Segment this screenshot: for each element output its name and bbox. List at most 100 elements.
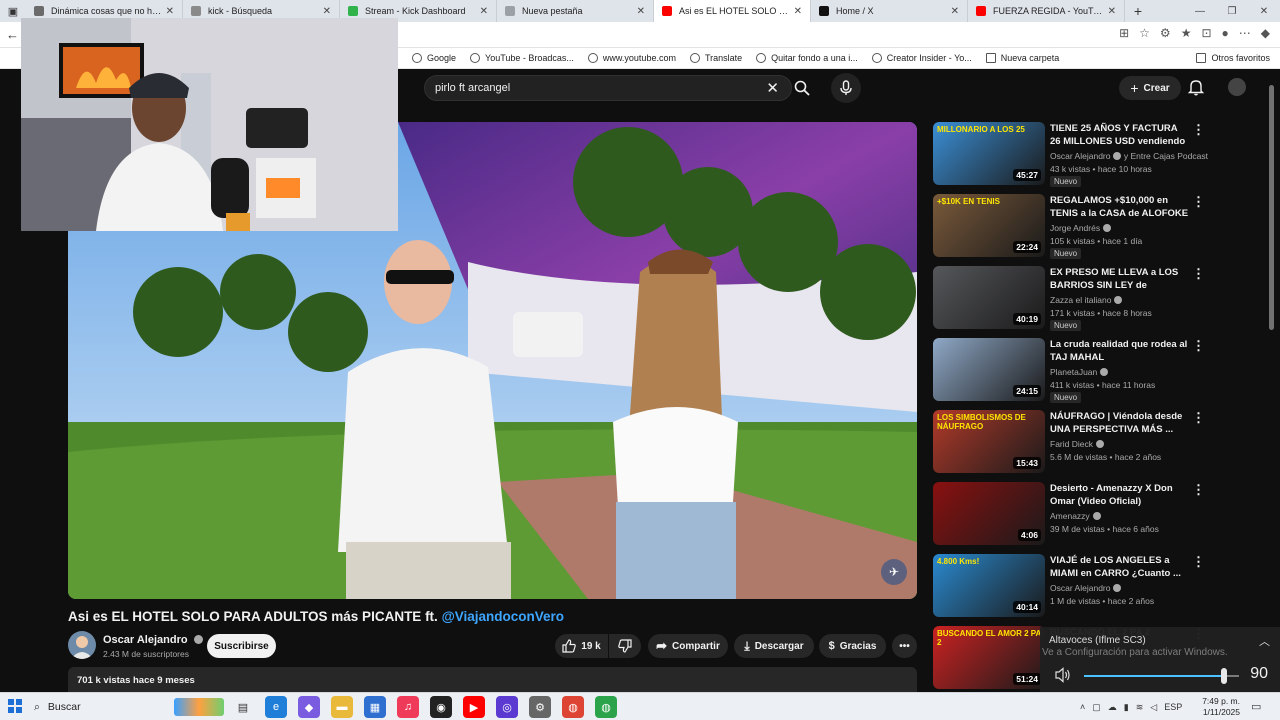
- volume-tray-icon[interactable]: ◁: [1150, 702, 1157, 713]
- copilot-app-icon[interactable]: ◆: [298, 696, 320, 718]
- video-thumbnail[interactable]: BUSCANDO EL AMOR 2 PA 2 51:24: [933, 626, 1045, 689]
- subscribe-button[interactable]: Suscribirse: [207, 634, 276, 658]
- copilot-icon[interactable]: ◆: [1261, 26, 1270, 40]
- download-button[interactable]: ⤓ Descargar: [734, 634, 814, 658]
- store-icon[interactable]: ▦: [364, 696, 386, 718]
- recommended-title[interactable]: REGALAMOS +$10,000 en TENIS a la CASA de…: [1050, 194, 1190, 220]
- browser-tab[interactable]: Home / X ✕: [811, 0, 968, 22]
- tray-mic-icon[interactable]: ▮: [1124, 702, 1129, 713]
- more-vertical-icon[interactable]: ⋮: [1192, 194, 1205, 210]
- video-thumbnail[interactable]: LOS SIMBOLISMOS DE NÁUFRAGO 15:43: [933, 410, 1045, 473]
- bookmark-item[interactable]: Creator Insider - Yo...: [871, 53, 972, 63]
- recommended-title[interactable]: NÁUFRAGO | Viéndola desde UNA PERSPECTIV…: [1050, 410, 1190, 436]
- more-actions-button[interactable]: •••: [892, 634, 917, 658]
- bookmark-item[interactable]: www.youtube.com: [587, 53, 676, 63]
- description-box[interactable]: 701 k vistas hace 9 meses: [68, 667, 917, 692]
- recommended-video[interactable]: 4:06 Desierto - Amenazzy X Don Omar (Vide…: [933, 482, 1208, 546]
- more-vertical-icon[interactable]: ⋮: [1192, 554, 1205, 570]
- favorites-icon[interactable]: ★: [1181, 26, 1192, 40]
- clear-search-icon[interactable]: ✕: [766, 79, 779, 97]
- more-vertical-icon[interactable]: ⋮: [1192, 266, 1205, 282]
- search-button[interactable]: [785, 75, 819, 101]
- recommended-channel[interactable]: Oscar Alejandro y Entre Cajas Podcast: [1050, 151, 1208, 161]
- recommended-title[interactable]: EX PRESO ME LLEVA a LOS BARRIOS SIN LEY …: [1050, 266, 1190, 293]
- tab-close-icon[interactable]: ✕: [1108, 6, 1116, 17]
- account-avatar[interactable]: [1228, 78, 1246, 96]
- recommended-channel[interactable]: Oscar Alejandro: [1050, 583, 1122, 593]
- like-button[interactable]: 19 k: [555, 634, 608, 658]
- browser-tab[interactable]: Nueva pestaña ✕: [497, 0, 654, 22]
- search-input[interactable]: pirlo ft arcangel ✕: [424, 75, 792, 101]
- video-thumbnail[interactable]: MILLONARIO A LOS 25 45:27: [933, 122, 1045, 185]
- chevron-up-icon[interactable]: ︿: [1259, 633, 1270, 649]
- other-favorites[interactable]: Otros favoritos: [1196, 53, 1270, 63]
- video-thumbnail[interactable]: 24:15: [933, 338, 1045, 401]
- page-scrollbar[interactable]: [1269, 85, 1274, 330]
- voice-search-button[interactable]: [831, 73, 861, 103]
- discord-icon[interactable]: ◎: [496, 696, 518, 718]
- recommended-channel[interactable]: Farid Dieck: [1050, 439, 1104, 449]
- collections-icon[interactable]: ⊡: [1201, 26, 1211, 40]
- chevron-up-tray-icon[interactable]: ˄: [1080, 702, 1085, 712]
- recommended-title[interactable]: La cruda realidad que rodea al TAJ MAHAL: [1050, 338, 1190, 364]
- file-explorer-icon[interactable]: ▬: [331, 696, 353, 718]
- recommended-video[interactable]: MILLONARIO A LOS 25 45:27 TIENE 25 AÑOS Y …: [933, 122, 1208, 187]
- start-button[interactable]: [8, 699, 22, 713]
- taskbar-search[interactable]: ⌕ Buscar: [34, 696, 224, 718]
- notifications-button[interactable]: [1187, 78, 1205, 101]
- language-indicator[interactable]: ESP: [1164, 702, 1182, 712]
- recommended-video[interactable]: 4.800 Kms! 40:14 VIAJÉ de LOS ANGELES a MI…: [933, 554, 1208, 618]
- channel-name[interactable]: Oscar Alejandro: [103, 634, 203, 646]
- new-tab-button[interactable]: +: [1125, 3, 1151, 19]
- chrome-profile-icon[interactable]: ◍: [595, 696, 617, 718]
- clock[interactable]: 7:49 p. m. 1/11/2025: [1200, 696, 1240, 718]
- browser-tab[interactable]: FUERZA REGIDA - YouTube ✕: [968, 0, 1125, 22]
- channel-avatar[interactable]: [68, 631, 96, 659]
- recommended-channel[interactable]: Jorge Andrés: [1050, 223, 1112, 233]
- more-vertical-icon[interactable]: ⋮: [1192, 482, 1205, 498]
- dislike-button[interactable]: [609, 634, 641, 658]
- chrome-icon[interactable]: ◍: [562, 696, 584, 718]
- wifi-icon[interactable]: ≋: [1136, 702, 1144, 713]
- tab-close-icon[interactable]: ✕: [323, 6, 331, 17]
- more-vertical-icon[interactable]: ⋮: [1192, 122, 1205, 138]
- bookmark-item[interactable]: Nueva carpeta: [985, 53, 1059, 63]
- notification-icon[interactable]: ▭: [1251, 700, 1261, 713]
- recommended-video[interactable]: +$10K EN TENIS 22:24 REGALAMOS +$10,000 en…: [933, 194, 1208, 259]
- recommended-title[interactable]: VIAJÉ de LOS ANGELES a MIAMI en CARRO ¿C…: [1050, 554, 1190, 580]
- video-thumbnail[interactable]: 40:19: [933, 266, 1045, 329]
- more-vertical-icon[interactable]: ⋮: [1192, 338, 1205, 354]
- minimize-icon[interactable]: —: [1184, 0, 1216, 22]
- audio-device-name[interactable]: Altavoces (Iflme SC3): [1049, 635, 1146, 646]
- recommended-title[interactable]: TIENE 25 AÑOS Y FACTURA 26 MILLONES USD …: [1050, 122, 1190, 149]
- video-thumbnail[interactable]: +$10K EN TENIS 22:24: [933, 194, 1045, 257]
- tab-close-icon[interactable]: ✕: [480, 6, 488, 17]
- recommended-video[interactable]: 24:15 La cruda realidad que rodea al TAJ …: [933, 338, 1208, 403]
- video-title-handle-link[interactable]: @ViajandoconVero: [442, 609, 564, 624]
- volume-slider[interactable]: [1084, 668, 1239, 684]
- settings-icon[interactable]: ⚙: [529, 696, 551, 718]
- tray-app-icon[interactable]: ▢: [1092, 702, 1101, 713]
- recommended-channel[interactable]: PlanetaJuan: [1050, 367, 1109, 377]
- create-button[interactable]: + Crear: [1119, 76, 1181, 100]
- share-button[interactable]: ➦ Compartir: [648, 634, 728, 658]
- thanks-button[interactable]: $ Gracias: [819, 634, 886, 658]
- recommended-channel[interactable]: Zazza el italiano: [1050, 295, 1123, 305]
- favorite-star-icon[interactable]: ☆: [1139, 26, 1150, 40]
- obs-icon[interactable]: ◉: [430, 696, 452, 718]
- volume-slider-thumb[interactable]: [1220, 668, 1227, 684]
- speaker-icon[interactable]: [1054, 667, 1072, 683]
- recommended-video[interactable]: 40:19 EX PRESO ME LLEVA a LOS BARRIOS SIN…: [933, 266, 1208, 331]
- task-view-icon[interactable]: ▤: [232, 696, 254, 718]
- tab-close-icon[interactable]: ✕: [166, 6, 174, 17]
- bookmark-item[interactable]: Quitar fondo a una i...: [756, 53, 858, 63]
- maximize-icon[interactable]: ❐: [1216, 0, 1248, 22]
- recommended-channel[interactable]: Amenazzy: [1050, 511, 1101, 521]
- tray-sync-icon[interactable]: ☁: [1108, 702, 1117, 713]
- tab-close-icon[interactable]: ✕: [637, 6, 645, 17]
- more-vertical-icon[interactable]: ⋮: [1192, 410, 1205, 426]
- youtube-app-icon[interactable]: ▶: [463, 696, 485, 718]
- recommended-title[interactable]: Desierto - Amenazzy X Don Omar (Video Of…: [1050, 482, 1190, 508]
- edge-icon[interactable]: e: [265, 696, 287, 718]
- bookmark-item[interactable]: Google: [412, 53, 456, 63]
